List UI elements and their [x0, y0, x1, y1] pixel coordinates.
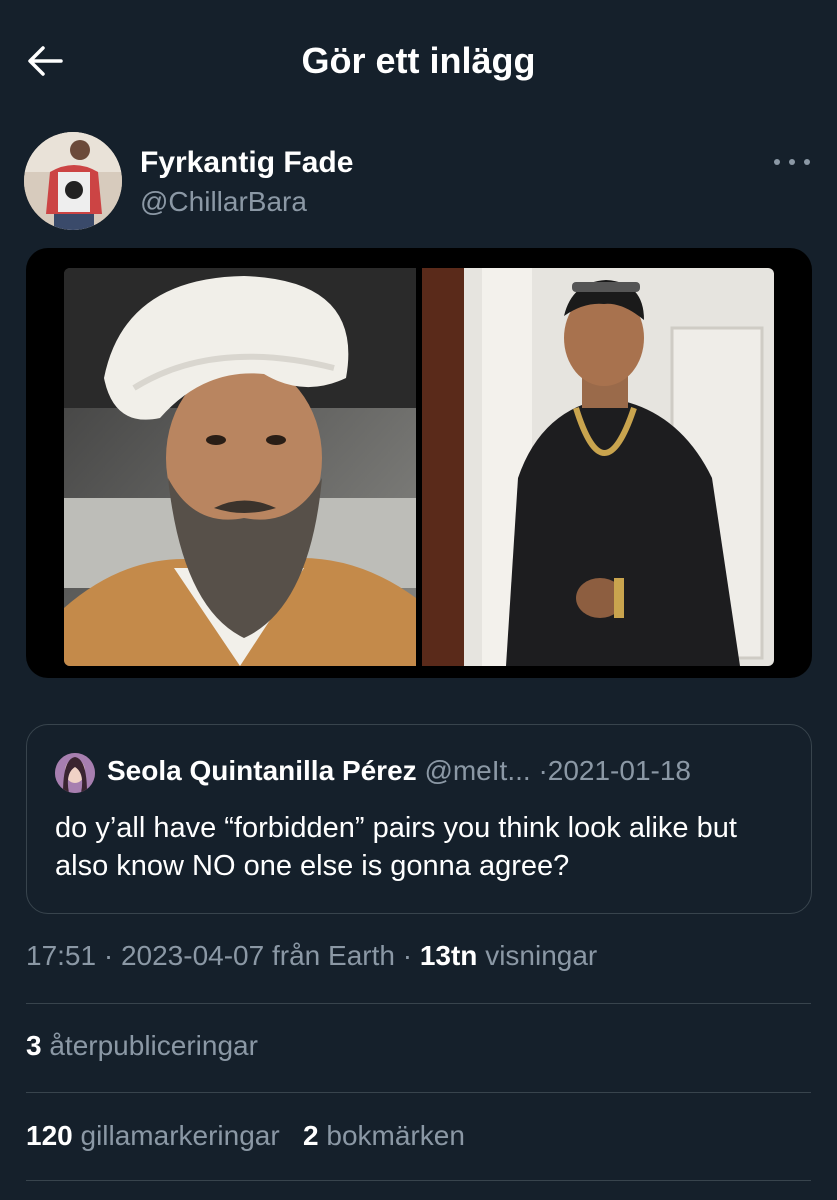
retweets-count: 3: [26, 1030, 42, 1061]
tweet-source: från Earth: [271, 940, 395, 971]
more-dot: [804, 159, 810, 165]
author-handle[interactable]: @ChillarBara: [140, 186, 307, 218]
quoted-tweet-header: Seola Quintanilla Pérez @meIt... ·2021-0…: [107, 755, 691, 787]
page-title: Gör ett inlägg: [301, 40, 536, 81]
more-dot: [789, 159, 795, 165]
separator-dot: ·: [103, 940, 114, 971]
tweet-date: 2023-04-07: [120, 940, 265, 971]
author-avatar[interactable]: [24, 132, 122, 230]
top-bar: Gör ett inlägg: [0, 0, 837, 120]
bookmarks-stat[interactable]: 2 bokmärken: [303, 1120, 465, 1151]
likes-bookmarks-row: 120 gillamarkeringar 2 bokmärken: [26, 1120, 465, 1152]
bookmarks-count: 2: [303, 1120, 319, 1151]
more-options-button[interactable]: [770, 150, 814, 174]
likes-label: gillamarkeringar: [80, 1120, 280, 1151]
quoted-tweet-date: 2021-01-18: [547, 755, 691, 786]
photo-left[interactable]: [64, 268, 416, 666]
divider: [26, 1003, 811, 1004]
quoted-author-avatar[interactable]: [55, 753, 95, 793]
likes-count: 120: [26, 1120, 73, 1151]
separator-dot: ·: [402, 940, 413, 971]
retweets-label: återpubliceringar: [49, 1030, 258, 1061]
tweet-detail-page: Gör ett inlägg Fyrkantig Fade @ChillarBa…: [0, 0, 837, 1200]
author-name[interactable]: Fyrkantig Fade: [140, 146, 353, 180]
quoted-tweet[interactable]: Seola Quintanilla Pérez @meIt... ·2021-0…: [26, 724, 812, 914]
tweet-time: 17:51: [26, 940, 97, 971]
views-count[interactable]: 13tn: [420, 940, 478, 971]
divider: [26, 1180, 811, 1181]
separator-dot: ·: [538, 755, 548, 786]
quoted-author-name: Seola Quintanilla Pérez: [107, 755, 417, 786]
tweet-meta: 17:51 · 2023-04-07 från Earth · 13tn vis…: [26, 940, 597, 972]
quoted-tweet-text: do y’all have “forbidden” pairs you thin…: [55, 812, 737, 882]
photo-right[interactable]: [422, 268, 774, 666]
more-dot: [774, 159, 780, 165]
quoted-author-handle: @meIt...: [424, 755, 531, 786]
tweet-media[interactable]: [26, 248, 812, 678]
bookmarks-label: bokmärken: [326, 1120, 465, 1151]
likes-stat[interactable]: 120 gillamarkeringar: [26, 1120, 287, 1151]
divider: [26, 1092, 811, 1093]
views-label[interactable]: visningar: [485, 940, 597, 971]
retweets-stat[interactable]: 3 återpubliceringar: [26, 1030, 258, 1062]
